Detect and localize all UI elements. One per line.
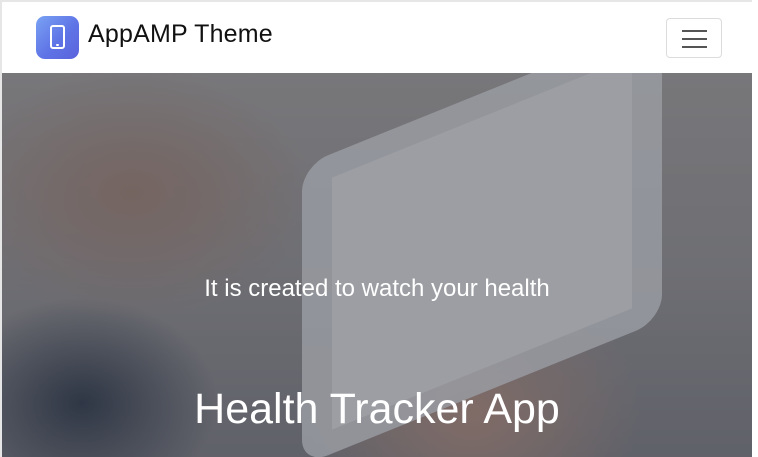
navbar-toggle-button[interactable] bbox=[666, 18, 722, 58]
hamburger-menu-icon bbox=[682, 38, 707, 40]
hamburger-menu-icon bbox=[682, 30, 707, 32]
hero-section: It is created to watch your health Healt… bbox=[2, 73, 752, 457]
app-logo[interactable] bbox=[36, 16, 79, 59]
mobile-phone-icon bbox=[50, 25, 65, 49]
hero-subtitle: It is created to watch your health bbox=[204, 275, 550, 302]
hero-title: Health Tracker App bbox=[194, 385, 560, 433]
window-border-right bbox=[752, 0, 758, 457]
hamburger-menu-icon bbox=[682, 46, 707, 48]
brand-name[interactable]: AppAMP Theme bbox=[88, 20, 273, 49]
navbar: AppAMP Theme bbox=[2, 2, 752, 73]
